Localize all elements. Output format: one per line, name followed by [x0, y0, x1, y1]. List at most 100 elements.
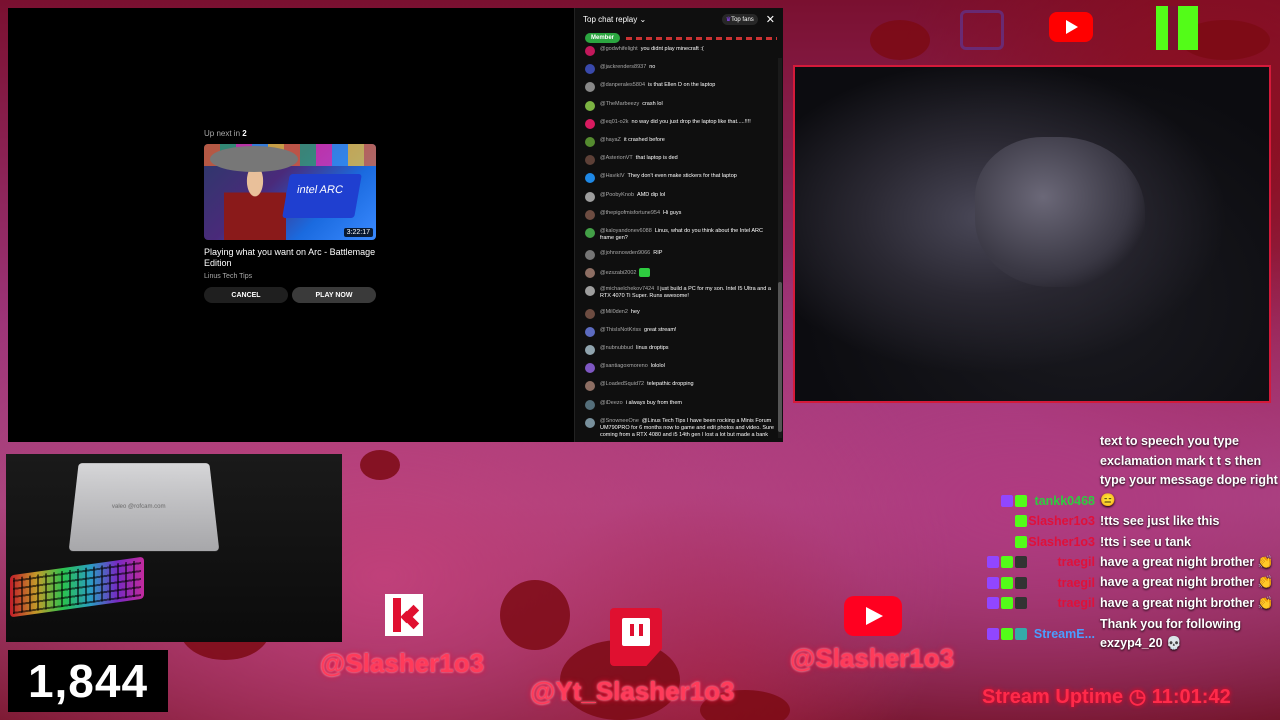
- avatar[interactable]: [585, 326, 595, 337]
- avatar[interactable]: [585, 118, 595, 129]
- chat-message[interactable]: @HavikIV They don't even make stickers fo…: [585, 173, 775, 184]
- chat-message[interactable]: @TheMarbeezy crash lol: [585, 100, 775, 111]
- chat-message[interactable]: @SnowneeOne @Linus Tech Tips I have been …: [585, 417, 775, 438]
- chat-message[interactable]: @PoobyKnob AMD dip lol: [585, 191, 775, 202]
- up-next-header: Up next in 2: [204, 129, 384, 138]
- chat-username[interactable]: @ThisIsNotKriss: [600, 327, 641, 333]
- chat-message[interactable]: @johnsnowden9066 RIP: [585, 250, 775, 261]
- badge-icon: [1015, 627, 1027, 640]
- youtube-icon: [1049, 12, 1093, 42]
- video-thumbnail[interactable]: intel ARC 3:22:17: [204, 144, 376, 240]
- chat-username[interactable]: @LoadedSquid72: [600, 381, 644, 387]
- live-chat-panel: Top chat replay ⌄ ♛Top fans ✕ Member @go…: [574, 8, 783, 442]
- scrollbar-thumb[interactable]: [778, 282, 782, 432]
- chat-scrollbar[interactable]: [778, 58, 782, 438]
- badge-icon: [1015, 515, 1027, 528]
- chat-username[interactable]: @iDeezo: [600, 400, 623, 406]
- avatar[interactable]: [585, 308, 595, 319]
- chat-username[interactable]: @nubnubbud: [600, 345, 633, 351]
- overlay-chat-row: traegil have a great night brother 👏: [972, 593, 1278, 614]
- top-fans-button[interactable]: ♛Top fans: [721, 13, 758, 25]
- chat-text: i always buy from them: [625, 399, 682, 406]
- play-now-button[interactable]: PLAY NOW: [292, 287, 376, 303]
- chat-username[interactable]: @TheMarbeezy: [600, 101, 639, 107]
- avatar[interactable]: [585, 345, 595, 355]
- chat-message[interactable]: @AsterionVT that laptop is ded: [585, 155, 775, 166]
- chat-username[interactable]: @thepigofmisfortune954: [600, 210, 660, 216]
- badge-icon: [987, 597, 999, 610]
- desk-camera-feed: valeo @rofcam.com: [6, 454, 342, 642]
- chat-message[interactable]: @Mil0den2 hey: [585, 308, 775, 319]
- video-title[interactable]: Playing what you want on Arc - Battlemag…: [204, 247, 376, 269]
- avatar[interactable]: [585, 173, 595, 184]
- chat-message[interactable]: @ezszabi2002: [585, 268, 775, 279]
- chat-text: is that Ellen D on the laptop: [648, 82, 716, 89]
- overlay-username: traegil: [1057, 596, 1095, 611]
- chat-username[interactable]: @PoobyKnob: [600, 192, 634, 198]
- chat-message-list[interactable]: @godwhifelight you didnt play minecraft :…: [575, 46, 783, 438]
- avatar[interactable]: [585, 155, 595, 166]
- chat-username[interactable]: @jackrenders8937: [600, 64, 646, 70]
- badge-group: [972, 494, 1027, 507]
- chat-message[interactable]: @eq01-o2k no way did you just drop the la…: [585, 118, 775, 129]
- chat-username[interactable]: @Mil0den2: [600, 309, 628, 315]
- avatar[interactable]: [585, 250, 595, 261]
- up-next-countdown: 2: [242, 129, 247, 138]
- overlay-message: 😑: [1100, 493, 1116, 508]
- chat-message[interactable]: @iDeezo i always buy from them: [585, 399, 775, 410]
- room-camera-feed: [793, 65, 1271, 403]
- chat-username[interactable]: @kaloyandonev6088: [600, 228, 652, 234]
- avatar[interactable]: [585, 209, 595, 220]
- badge-icon: [1001, 494, 1013, 507]
- avatar[interactable]: [585, 286, 595, 297]
- avatar[interactable]: [585, 82, 595, 93]
- chat-username[interactable]: @AsterionVT: [600, 155, 633, 161]
- uptime-label: Stream Uptime: [982, 686, 1124, 708]
- badge-icon: [1001, 597, 1013, 610]
- avatar[interactable]: [585, 64, 595, 75]
- chat-username[interactable]: @eq01-o2k: [600, 119, 629, 125]
- chat-message[interactable]: @kaloyandonev6088 Linus, what do you thin…: [585, 227, 775, 242]
- chat-message[interactable]: @ThisIsNotKriss great stream!: [585, 326, 775, 337]
- avatar[interactable]: [585, 417, 595, 428]
- chat-message[interactable]: @hayaZ it crashed before: [585, 136, 775, 147]
- chat-message[interactable]: @godwhifelight you didnt play minecraft :…: [585, 46, 775, 56]
- chat-message[interactable]: @nubnubbud linus droptips: [585, 345, 775, 355]
- chat-username[interactable]: @michaelchekov7424: [600, 286, 654, 292]
- chat-text: AMD dip lol: [637, 191, 666, 198]
- chat-message[interactable]: @jackrenders8937 no: [585, 64, 775, 75]
- chat-username[interactable]: @santiagoxmoreno: [600, 363, 648, 369]
- laptop-sticker-text: valeo @rofcam.com: [111, 504, 166, 510]
- chat-message[interactable]: @thepigofmisfortune954 Hi guys: [585, 209, 775, 220]
- chat-message[interactable]: @michaelchekov7424 I just build a PC for …: [585, 286, 775, 300]
- avatar[interactable]: [585, 227, 595, 238]
- chat-username[interactable]: @johnsnowden9066: [600, 250, 650, 256]
- avatar[interactable]: [585, 191, 595, 202]
- avatar[interactable]: [585, 46, 595, 56]
- avatar[interactable]: [585, 136, 595, 147]
- avatar[interactable]: [585, 381, 595, 392]
- chat-username[interactable]: @SnowneeOne: [600, 418, 639, 424]
- chat-message[interactable]: @santiagoxmoreno lololol: [585, 363, 775, 374]
- channel-name[interactable]: Linus Tech Tips: [204, 273, 384, 280]
- badge-icon: [1001, 576, 1013, 589]
- overlay-username: StreamE...: [1033, 626, 1095, 641]
- close-icon[interactable]: ✕: [766, 13, 775, 26]
- chat-username[interactable]: @HavikIV: [600, 173, 625, 179]
- avatar[interactable]: [585, 100, 595, 111]
- member-pill[interactable]: Member: [585, 33, 621, 43]
- chat-mode-dropdown[interactable]: Top chat replay ⌄: [583, 15, 722, 24]
- chat-message[interactable]: @danperales5804 is that Ellen D on the la…: [585, 82, 775, 93]
- chat-username[interactable]: @hayaZ: [600, 137, 621, 143]
- avatar[interactable]: [585, 268, 595, 279]
- avatar[interactable]: [585, 399, 595, 410]
- thumbnail-brand-text: intel ARC: [296, 184, 344, 196]
- cancel-button[interactable]: CANCEL: [204, 287, 288, 303]
- chat-username[interactable]: @godwhifelight: [600, 46, 638, 52]
- video-player[interactable]: Up next in 2 intel ARC 3:22:17 Playing w…: [8, 8, 574, 442]
- chat-username[interactable]: @ezszabi2002: [600, 270, 636, 276]
- chat-message[interactable]: @LoadedSquid72 telepathic dropping: [585, 381, 775, 392]
- chat-username[interactable]: @danperales5804: [600, 82, 645, 88]
- badge-icon: [987, 627, 999, 640]
- avatar[interactable]: [585, 363, 595, 374]
